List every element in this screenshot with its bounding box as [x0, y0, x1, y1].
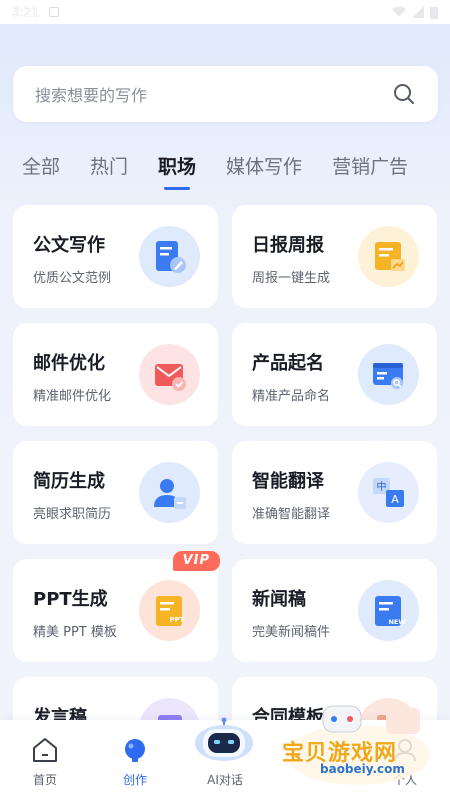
battery-icon — [430, 6, 438, 19]
tab-media-writing[interactable]: 媒体写作 — [226, 152, 302, 186]
svg-text:中: 中 — [376, 480, 386, 493]
document-pen-icon — [139, 226, 200, 287]
search-bar[interactable]: 搜索想要的写作 — [13, 66, 438, 122]
bulb-icon — [125, 739, 145, 762]
user-card-icon — [139, 462, 200, 523]
svg-text:PPT: PPT — [169, 616, 184, 624]
card-press-release[interactable]: 新闻稿 完美新闻稿件 NEW — [232, 559, 437, 662]
wifi-icon — [392, 6, 406, 17]
tab-hot[interactable]: 热门 — [90, 152, 128, 186]
report-chart-icon — [358, 226, 419, 287]
browser-search-icon — [358, 344, 419, 405]
nav-label: AI对话 — [207, 773, 243, 787]
nav-label: 首页 — [32, 773, 57, 787]
vip-badge: VIP — [172, 551, 220, 571]
tab-all[interactable]: 全部 — [22, 152, 60, 186]
nav-create[interactable]: 创作 — [90, 720, 180, 800]
search-icon[interactable] — [392, 82, 416, 106]
translate-icon: 中A — [358, 462, 419, 523]
category-tabs: 全部 热门 职场 媒体写作 营销广告 — [22, 152, 438, 186]
news-icon: NEW — [358, 580, 419, 641]
status-time: 3:21 — [12, 5, 39, 19]
card-official-writing[interactable]: 公文写作 优质公文范例 — [13, 205, 218, 308]
notification-icon — [48, 7, 59, 17]
card-ppt-generate[interactable]: PPT生成 精美 PPT 模板 PPT VIP — [13, 551, 220, 662]
tab-workplace[interactable]: 职场 — [158, 152, 196, 186]
card-resume-generate[interactable]: 简历生成 亮眼求职简历 — [13, 441, 218, 544]
card-smart-translate[interactable]: 智能翻译 准确智能翻译 中A — [232, 441, 437, 544]
robot-icon[interactable] — [193, 717, 255, 763]
search-placeholder: 搜索想要的写作 — [35, 86, 148, 105]
card-email-optimize[interactable]: 邮件优化 精准邮件优化 — [13, 323, 218, 426]
card-daily-weekly-report[interactable]: 日报周报 周报一键生成 — [232, 205, 437, 308]
status-bar: 3:21 — [0, 0, 450, 24]
tab-marketing[interactable]: 营销广告 — [332, 152, 408, 186]
ppt-icon: PPT — [139, 580, 200, 641]
home-icon — [33, 738, 57, 762]
svg-text:NEW: NEW — [388, 618, 405, 626]
svg-text:A: A — [391, 493, 399, 506]
watermark-url: baobeiy.com — [320, 762, 405, 776]
signal-icon — [412, 6, 424, 18]
nav-home[interactable]: 首页 — [0, 720, 90, 800]
card-product-naming[interactable]: 产品起名 精准产品命名 — [232, 323, 437, 426]
writing-grid: 公文写作 优质公文范例 日报周报 周报一键生成 邮件优化 精准邮件优化 产品起名… — [13, 205, 437, 780]
nav-label: 创作 — [122, 773, 147, 787]
mail-check-icon — [139, 344, 200, 405]
